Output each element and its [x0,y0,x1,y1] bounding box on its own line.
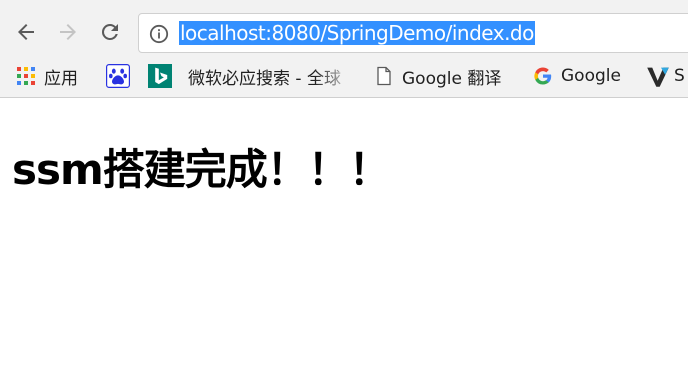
bookmark-bing[interactable]: 微软必应搜索 - 全球 [148,62,356,90]
forward-button[interactable] [52,16,84,48]
bookmark-v[interactable]: S [646,62,688,90]
apps-grid-icon [17,67,35,85]
page-content: ssm搭建完成！！！ [0,98,688,366]
bookmarks-bar: 应用 微软必应搜索 - 全球 Google 翻译 Google S [0,60,688,94]
info-icon[interactable] [149,24,169,44]
page-heading: ssm搭建完成！！！ [12,145,391,194]
bookmark-baidu[interactable] [106,62,138,90]
page-icon [377,66,391,86]
address-bar[interactable]: localhost:8080/SpringDemo/index.do [138,13,688,53]
bookmark-google[interactable]: Google [533,62,621,90]
bing-icon [148,64,172,88]
reload-button[interactable] [94,16,126,48]
back-button[interactable] [10,16,42,48]
arrow-left-icon [18,24,34,40]
url-text[interactable]: localhost:8080/SpringDemo/index.do [179,21,535,45]
bookmark-label: 微软必应搜索 - 全球 [188,68,341,89]
reload-icon [101,23,118,40]
bookmark-label: Google [561,66,621,86]
browser-chrome: localhost:8080/SpringDemo/index.do 应用 微软… [0,0,688,98]
google-g-icon [534,67,552,85]
bookmark-apps[interactable]: 应用 [16,62,78,90]
bookmark-google-translate[interactable]: Google 翻译 [374,62,501,90]
bookmark-label: 应用 [44,68,78,89]
bookmark-label: S [674,66,685,86]
arrow-right-icon [60,24,76,40]
bookmark-label: Google 翻译 [402,68,502,89]
browser-toolbar: localhost:8080/SpringDemo/index.do [0,0,688,64]
baidu-paw-icon [106,64,130,88]
v-logo-icon [647,67,669,87]
